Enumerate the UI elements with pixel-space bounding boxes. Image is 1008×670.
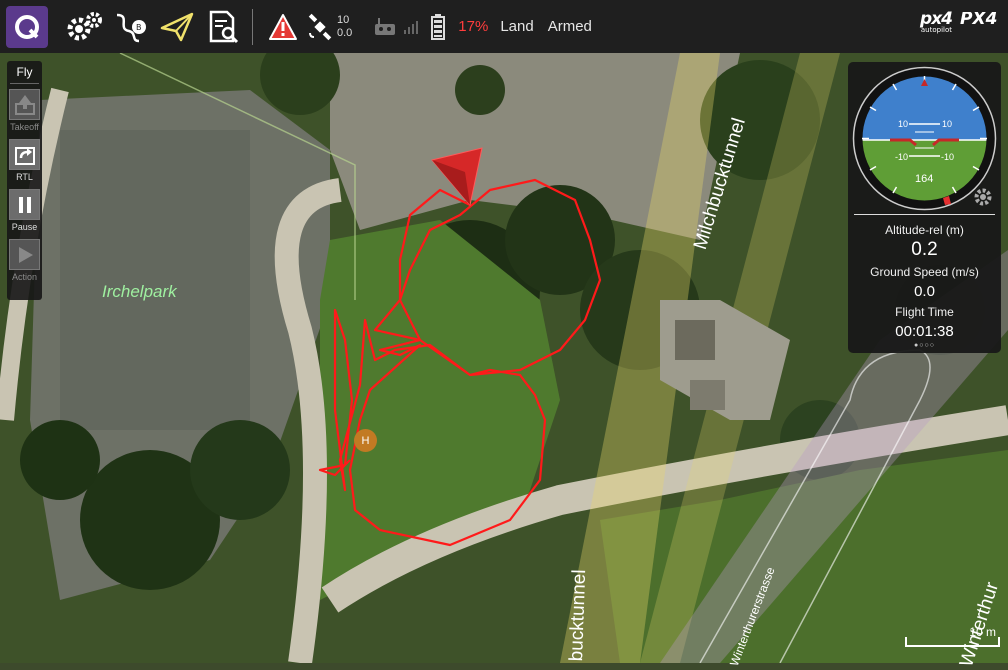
ground-speed-value: 0.0	[914, 283, 935, 300]
rtl-button[interactable]	[9, 139, 40, 170]
scale-bar	[905, 637, 1000, 647]
flight-time-label: Flight Time	[895, 305, 954, 319]
qgc-logo-icon[interactable]	[6, 5, 48, 48]
takeoff-icon	[14, 94, 35, 115]
gps-count: 10	[337, 13, 350, 26]
pause-icon	[18, 196, 31, 213]
pitch-label-down-left: -10	[895, 152, 908, 162]
flight-mode-selector[interactable]: Land	[500, 18, 533, 35]
instrument-divider	[854, 214, 995, 215]
battery-percent: 17%	[458, 18, 489, 35]
rc-transmitter-icon[interactable]	[370, 0, 400, 53]
fly-panel-divider	[10, 83, 39, 84]
instrument-settings-gear-icon[interactable]	[973, 187, 993, 212]
pitch-label-down-right: -10	[941, 152, 954, 162]
instrument-page-indicator[interactable]: ●○○○	[848, 342, 1001, 349]
pause-button[interactable]	[9, 189, 40, 220]
ground-speed-label: Ground Speed (m/s)	[870, 265, 979, 279]
takeoff-button[interactable]	[9, 89, 40, 120]
altitude-label: Altitude-rel (m)	[885, 223, 964, 237]
pause-label: Pause	[11, 222, 38, 232]
px4-logo-subtext: autopilot	[920, 26, 952, 34]
pitch-label-up-right: 10	[942, 119, 952, 129]
top-toolbar: B 10 0.0 17% Land Armed px4 autopilot PX…	[0, 0, 1008, 53]
map-label-irchelpark: Irchelpark	[102, 282, 177, 301]
takeoff-label: Takeoff	[10, 122, 39, 132]
plan-route-icon[interactable]: B	[108, 0, 154, 53]
action-play-icon	[18, 246, 33, 263]
altitude-value: 0.2	[911, 239, 938, 260]
toolbar-separator	[252, 8, 253, 45]
fly-plane-icon[interactable]	[154, 0, 200, 53]
fly-tools-panel: Fly Takeoff RTL Pause Action	[7, 61, 42, 300]
gps-hdop: 0.0	[337, 26, 353, 39]
rtl-label: RTL	[16, 172, 33, 182]
home-marker-label: H	[361, 434, 370, 447]
px4-logo-partial: PX4	[960, 12, 1008, 27]
heading-value: 164	[915, 173, 933, 185]
svg-text:B: B	[136, 23, 142, 32]
analyze-document-icon[interactable]	[200, 0, 246, 53]
armed-status[interactable]: Armed	[548, 18, 592, 35]
px4-autopilot-logo: px4 autopilot	[920, 11, 953, 34]
action-button[interactable]	[9, 239, 40, 270]
map-label-bucktunnel: bucktunnel	[566, 569, 591, 662]
action-label: Action	[11, 272, 37, 282]
warning-icon[interactable]	[263, 0, 303, 53]
map-scale: 10 m	[903, 625, 1002, 653]
px4-logo-partial-text: PX4	[960, 12, 998, 27]
instrument-panel: 10 10 -10 -10 164 Altitude-rel (m) 0.2 G…	[848, 62, 1001, 353]
home-marker[interactable]: H	[354, 429, 377, 452]
fly-panel-title: Fly	[16, 65, 33, 79]
pitch-label-up-left: 10	[898, 119, 908, 129]
gps-satellite-icon[interactable]	[303, 0, 337, 53]
battery-icon[interactable]	[424, 0, 452, 53]
settings-gears-icon[interactable]	[62, 0, 108, 53]
telemetry-signal-icon[interactable]	[400, 0, 424, 53]
flight-time-value: 00:01:38	[895, 323, 954, 340]
rtl-icon	[14, 146, 35, 165]
